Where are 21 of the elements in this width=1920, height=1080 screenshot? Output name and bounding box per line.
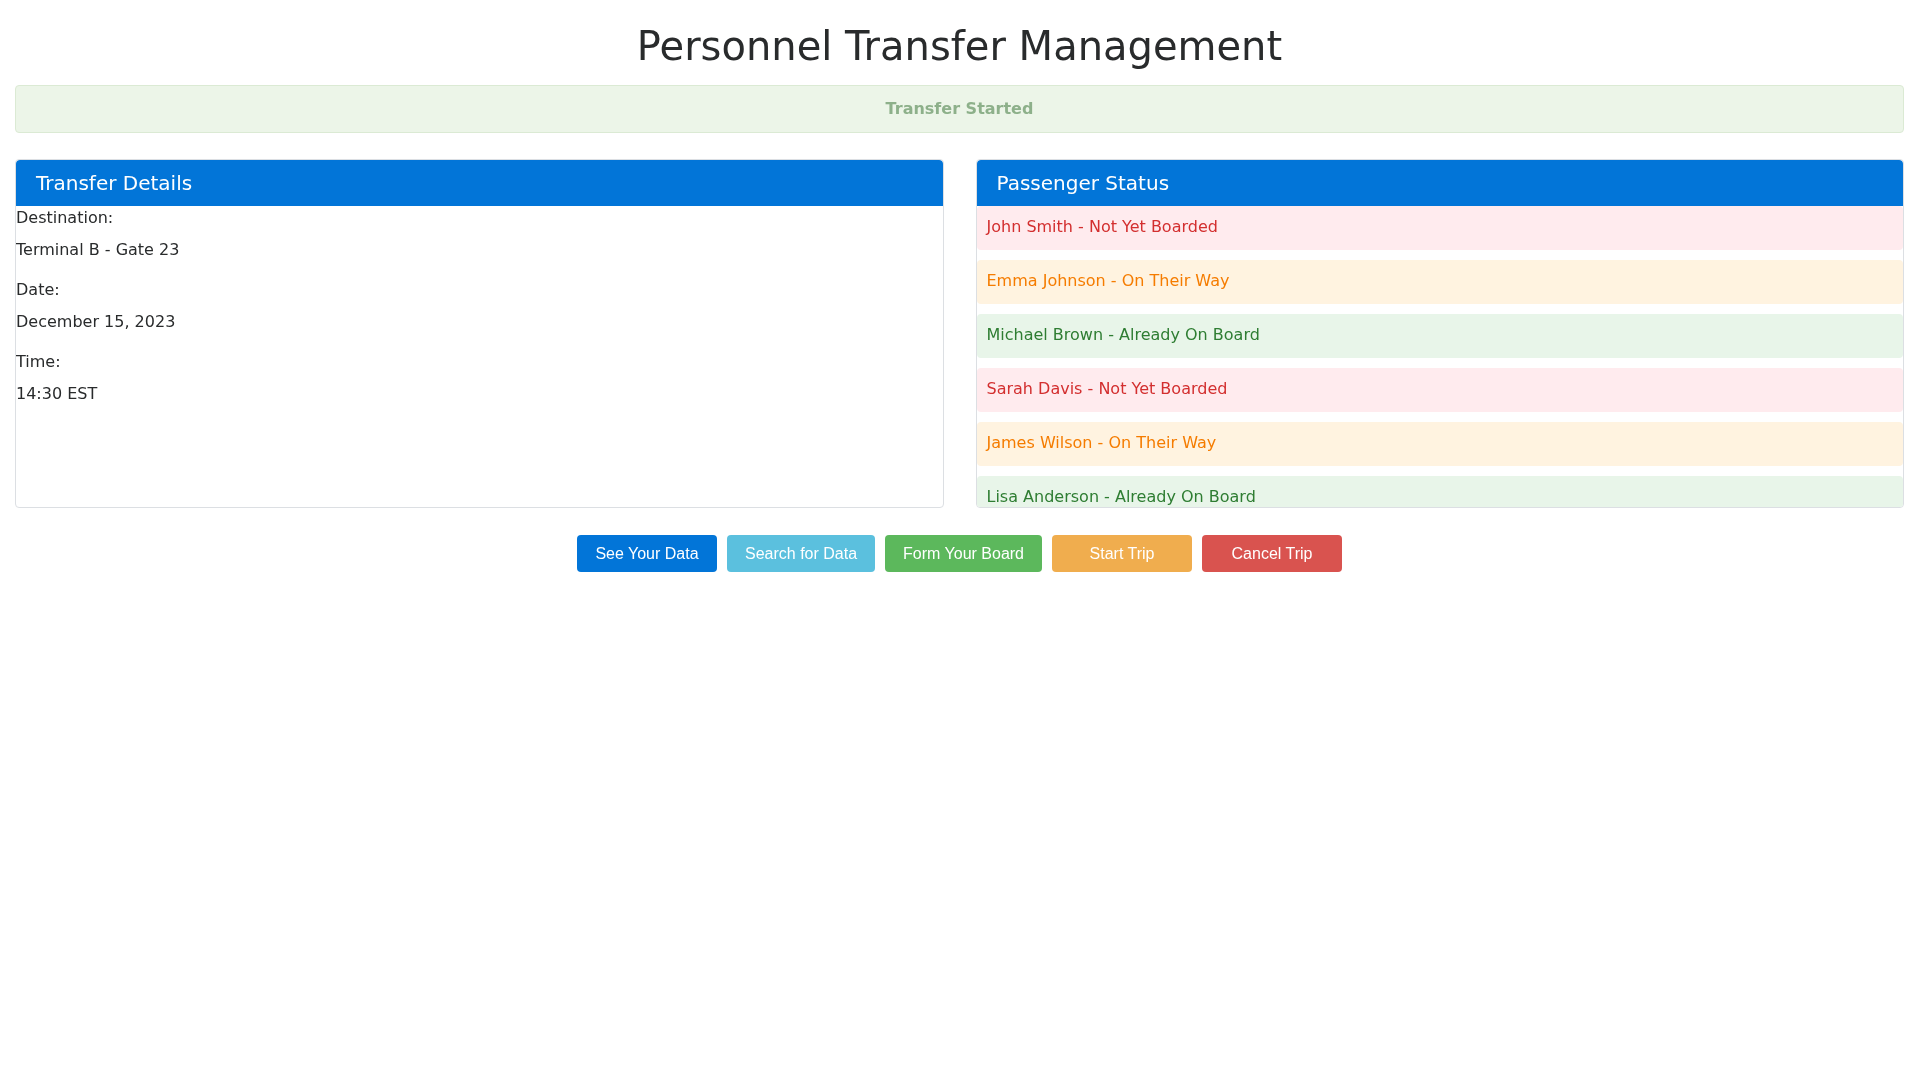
passenger-status-item: Emma Johnson - On Their Way bbox=[976, 260, 1903, 304]
field-label: Destination: bbox=[16, 207, 114, 229]
passenger-status-item: Sarah Davis - Not Yet Boarded bbox=[976, 368, 1903, 412]
passenger-status-item: James Wilson - On Their Way bbox=[976, 422, 1903, 466]
action-button[interactable]: Start Trip bbox=[1052, 535, 1192, 572]
panel-header: Transfer Details bbox=[16, 160, 943, 206]
action-button[interactable]: Search for Data bbox=[727, 535, 876, 572]
passenger-status-item: Michael Brown - Already On Board bbox=[976, 314, 1903, 358]
field-label: Time: bbox=[16, 351, 61, 373]
field-value: December 15, 2023 bbox=[16, 311, 176, 333]
page-title: Personnel Transfer Management bbox=[635, 22, 1284, 70]
panel-header: Passenger Status bbox=[976, 160, 1903, 206]
field-label: Date: bbox=[16, 279, 60, 301]
action-button[interactable]: See Your Data bbox=[577, 535, 717, 572]
field-value: 14:30 EST bbox=[16, 383, 98, 405]
field-value: Terminal B - Gate 23 bbox=[16, 239, 180, 261]
action-button[interactable]: Cancel Trip bbox=[1202, 535, 1342, 572]
passenger-status-item: Lisa Anderson - Already On Board bbox=[976, 476, 1903, 507]
status-banner: Transfer Started bbox=[15, 85, 1904, 133]
passenger-status-item: John Smith - Not Yet Boarded bbox=[976, 206, 1903, 250]
action-button[interactable]: Form Your Board bbox=[885, 535, 1042, 572]
